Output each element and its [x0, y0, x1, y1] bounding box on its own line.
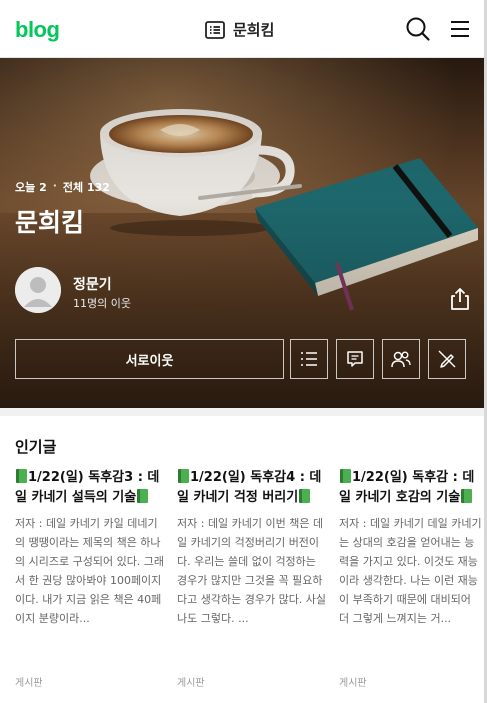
- post-excerpt: 저자 : 데일 카네기 이번 책은 데일 카네기의 걱정버리기 버전이다. 우리…: [177, 517, 327, 625]
- total-count: 전체 132: [62, 181, 110, 194]
- green-book-icon: [137, 489, 149, 503]
- post-category: 게시판: [177, 678, 205, 689]
- green-book-icon: [340, 469, 351, 483]
- green-book-icon: [16, 469, 27, 483]
- default-avatar-icon: [15, 267, 61, 313]
- blog-name-text: 문희킴: [233, 21, 275, 39]
- section-divider: [0, 408, 484, 416]
- stats-separator: ·: [52, 179, 57, 192]
- people-icon: [391, 351, 411, 368]
- search-icon[interactable]: [405, 16, 431, 42]
- list-icon: [205, 21, 225, 39]
- neighbor-count[interactable]: 11명의 이웃: [73, 295, 131, 311]
- post-title[interactable]: 1/22(일) 독후감4 : 데일 카네기 걱정 버리기: [177, 468, 327, 508]
- popular-post-card[interactable]: 1/22(일) 독후감3 : 데일 카네기 설득의 기술 저자 : 데일 카네기…: [15, 468, 165, 628]
- visitor-stats: 오늘 2 · 전체 132: [15, 179, 110, 195]
- popular-posts-list: 1/22(일) 독후감3 : 데일 카네기 설득의 기술 저자 : 데일 카네기…: [0, 468, 484, 703]
- action-buttons: 서로이웃: [15, 339, 468, 379]
- post-excerpt: 저자 : 데일 카네기 데일 카네기는 상대의 호감을 얻어내는 능력을 가지고…: [339, 517, 482, 625]
- share-icon[interactable]: [449, 287, 471, 311]
- top-bar: blog 문희킴: [0, 0, 487, 58]
- post-title[interactable]: 1/22(일) 독후감 : 데일 카네기 호감의 기술: [339, 468, 484, 508]
- blog-name-header[interactable]: 문희킴: [205, 18, 274, 42]
- post-title[interactable]: 1/22(일) 독후감3 : 데일 카네기 설득의 기술: [15, 468, 165, 508]
- green-book-icon: [299, 489, 311, 503]
- post-list-button[interactable]: [290, 339, 328, 379]
- post-title-text: 1/22(일) 독후감 : 데일 카네기 호감의 기술: [339, 470, 475, 505]
- write-post-button[interactable]: [428, 339, 466, 379]
- popular-post-card[interactable]: 1/22(일) 독후감 : 데일 카네기 호감의 기술 저자 : 데일 카네기 …: [339, 468, 484, 628]
- pen-off-icon: [438, 350, 456, 368]
- post-category: 게시판: [15, 678, 43, 689]
- popular-posts-heading: 인기글: [15, 438, 57, 456]
- owner-name[interactable]: 정문기: [73, 274, 112, 294]
- post-category: 게시판: [339, 678, 367, 689]
- guestbook-button[interactable]: [336, 339, 374, 379]
- menu-icon[interactable]: [448, 16, 472, 42]
- blog-title: 문희킴: [15, 208, 85, 237]
- mutual-neighbor-button[interactable]: 서로이웃: [15, 339, 284, 379]
- today-count: 오늘 2: [15, 181, 47, 194]
- blog-logo[interactable]: blog: [15, 17, 60, 43]
- popular-post-card[interactable]: 1/22(일) 독후감4 : 데일 카네기 걱정 버리기 저자 : 데일 카네기…: [177, 468, 327, 628]
- green-book-icon: [178, 469, 189, 483]
- green-book-icon: [461, 489, 473, 503]
- comment-icon: [347, 351, 363, 367]
- list-view-icon: [301, 352, 317, 366]
- blog-cover: 오늘 2 · 전체 132 문희킴 정문기 11명의 이웃 서로이웃: [0, 58, 484, 408]
- post-excerpt: 저자 : 데일 카네기 카일 데네기의 땡땡이라는 제목의 책은 하나의 시리즈…: [15, 517, 165, 625]
- avatar[interactable]: [15, 267, 61, 313]
- neighbors-button[interactable]: [382, 339, 420, 379]
